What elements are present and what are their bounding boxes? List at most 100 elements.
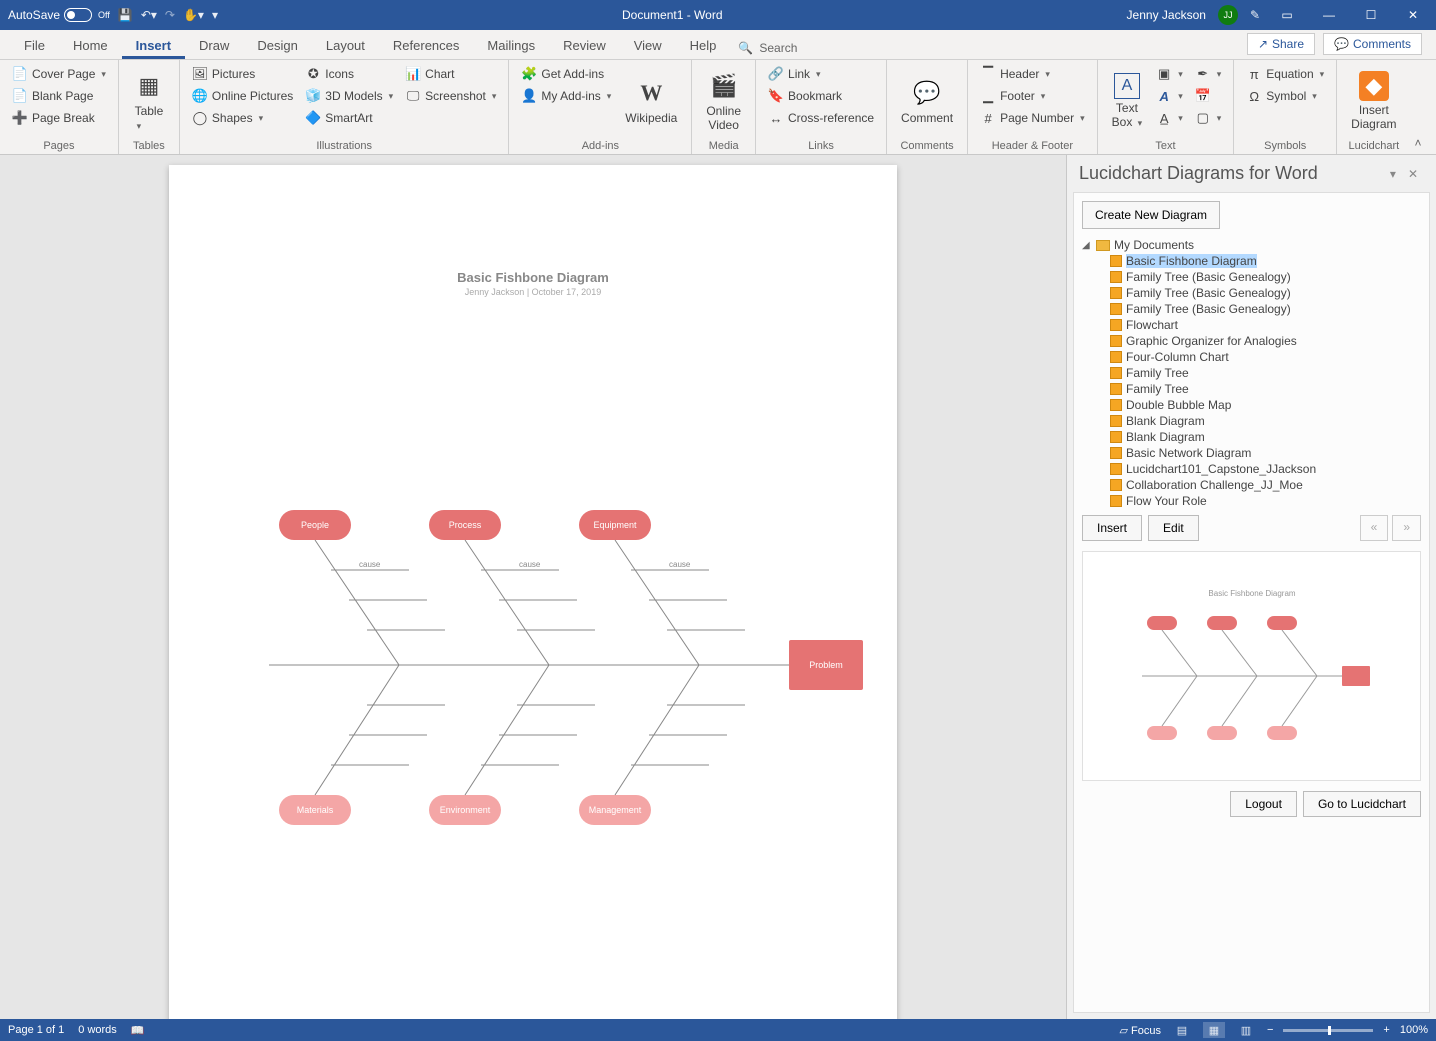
ribbon-display-icon[interactable]: ▭ — [1272, 8, 1302, 22]
signature-line-button[interactable]: ✒▾ — [1191, 64, 1226, 84]
comments-button[interactable]: 💬Comments — [1323, 33, 1422, 55]
tab-design[interactable]: Design — [243, 32, 311, 59]
tree-item[interactable]: Family Tree (Basic Genealogy) — [1082, 301, 1421, 317]
close-button[interactable]: ✕ — [1398, 8, 1428, 22]
pictures-button[interactable]: 🖼Pictures — [188, 64, 297, 84]
tab-view[interactable]: View — [620, 32, 676, 59]
user-name[interactable]: Jenny Jackson — [1127, 8, 1206, 22]
zoom-out-button[interactable]: − — [1267, 1024, 1273, 1036]
insert-button[interactable]: Insert — [1082, 515, 1142, 541]
redo-icon[interactable]: ↷ — [165, 8, 175, 22]
pane-close-icon[interactable]: ✕ — [1402, 167, 1424, 181]
tab-layout[interactable]: Layout — [312, 32, 379, 59]
print-layout-icon[interactable]: ▦ — [1203, 1022, 1225, 1038]
quick-parts-button[interactable]: ▣▾ — [1152, 64, 1187, 84]
pane-menu-icon[interactable]: ▾ — [1384, 167, 1402, 181]
wikipedia-button[interactable]: W Wikipedia — [619, 64, 683, 138]
date-time-button[interactable]: 📅 — [1191, 86, 1226, 106]
cover-page-button[interactable]: 📄Cover Page▾ — [8, 64, 110, 84]
touch-mode-icon[interactable]: ✋▾ — [183, 8, 204, 22]
icons-button[interactable]: ✪Icons — [301, 64, 397, 84]
qat-customize-icon[interactable]: ▾ — [212, 8, 218, 22]
tree-item[interactable]: Four-Column Chart — [1082, 349, 1421, 365]
insert-diagram-button[interactable]: ◆ Insert Diagram — [1345, 64, 1402, 138]
comment-button[interactable]: 💬 Comment — [895, 64, 959, 138]
tab-insert[interactable]: Insert — [122, 32, 185, 59]
page-indicator[interactable]: Page 1 of 1 — [8, 1024, 64, 1036]
tree-collapse-icon[interactable]: ◢ — [1082, 240, 1092, 251]
tree-item[interactable]: Flow Your Role — [1082, 493, 1421, 509]
online-pictures-button[interactable]: 🌐Online Pictures — [188, 86, 297, 106]
header-button[interactable]: ▔Header▾ — [976, 64, 1089, 84]
tree-item[interactable]: Basic Network Diagram — [1082, 445, 1421, 461]
tab-file[interactable]: File — [10, 32, 59, 59]
tree-item[interactable]: Family Tree — [1082, 381, 1421, 397]
footer-button[interactable]: ▁Footer▾ — [976, 86, 1089, 106]
tab-review[interactable]: Review — [549, 32, 620, 59]
edit-button[interactable]: Edit — [1148, 515, 1199, 541]
shapes-button[interactable]: ◯Shapes▾ — [188, 108, 297, 128]
spellcheck-icon[interactable]: 📖 — [131, 1024, 145, 1037]
maximize-button[interactable]: ☐ — [1356, 8, 1386, 22]
zoom-level[interactable]: 100% — [1400, 1024, 1428, 1036]
tree-item[interactable]: Family Tree (Basic Genealogy) — [1082, 269, 1421, 285]
object-button[interactable]: ▢▾ — [1191, 108, 1226, 128]
tab-mailings[interactable]: Mailings — [473, 32, 549, 59]
next-page-button[interactable]: » — [1392, 515, 1421, 541]
autosave-toggle[interactable]: AutoSave Off — [8, 8, 110, 22]
cross-reference-button[interactable]: ↔Cross-reference — [764, 108, 878, 128]
tree-item[interactable]: Graphic Organizer for Analogies — [1082, 333, 1421, 349]
3d-models-button[interactable]: 🧊3D Models▾ — [301, 86, 397, 106]
zoom-in-button[interactable]: + — [1383, 1024, 1389, 1036]
tree-item[interactable]: Flowchart — [1082, 317, 1421, 333]
bookmark-button[interactable]: 🔖Bookmark — [764, 86, 878, 106]
tree-item[interactable]: Double Bubble Map — [1082, 397, 1421, 413]
minimize-button[interactable]: — — [1314, 8, 1344, 22]
page-number-button[interactable]: #Page Number▾ — [976, 108, 1089, 128]
tree-root[interactable]: ◢ My Documents — [1082, 237, 1421, 253]
drop-cap-button[interactable]: A̲▾ — [1152, 108, 1187, 128]
blank-page-button[interactable]: 📄Blank Page — [8, 86, 110, 106]
tab-home[interactable]: Home — [59, 32, 122, 59]
tab-help[interactable]: Help — [676, 32, 731, 59]
text-box-button[interactable]: A Text Box ▾ — [1106, 64, 1149, 138]
focus-mode-button[interactable]: ▱ Focus — [1120, 1024, 1161, 1037]
wordart-button[interactable]: A▾ — [1152, 86, 1187, 106]
goto-lucidchart-button[interactable]: Go to Lucidchart — [1303, 791, 1421, 817]
read-mode-icon[interactable]: ▤ — [1171, 1022, 1193, 1038]
create-new-diagram-button[interactable]: Create New Diagram — [1082, 201, 1220, 229]
tree-item[interactable]: Blank Diagram — [1082, 429, 1421, 445]
search-box[interactable]: 🔍 Search — [730, 37, 805, 59]
web-layout-icon[interactable]: ▥ — [1235, 1022, 1257, 1038]
undo-icon[interactable]: ↶▾ — [141, 8, 157, 22]
my-addins-button[interactable]: 👤My Add-ins▾ — [517, 86, 615, 106]
screenshot-button[interactable]: 🖵Screenshot▾ — [401, 86, 500, 106]
tree-item[interactable]: Lucidchart101_Capstone_JJackson — [1082, 461, 1421, 477]
link-button[interactable]: 🔗Link▾ — [764, 64, 878, 84]
get-addins-button[interactable]: 🧩Get Add-ins — [517, 64, 615, 84]
zoom-slider[interactable] — [1283, 1029, 1373, 1032]
page-break-button[interactable]: ➕Page Break — [8, 108, 110, 128]
chart-button[interactable]: 📊Chart — [401, 64, 500, 84]
document-canvas[interactable]: Basic Fishbone Diagram Jenny Jackson | O… — [0, 155, 1066, 1019]
tree-item[interactable]: Blank Diagram — [1082, 413, 1421, 429]
equation-button[interactable]: πEquation▾ — [1242, 64, 1328, 84]
tree-item[interactable]: Basic Fishbone Diagram — [1082, 253, 1421, 269]
smartart-button[interactable]: 🔷SmartArt — [301, 108, 397, 128]
collapse-ribbon-icon[interactable]: ˄ — [1411, 132, 1426, 154]
tab-draw[interactable]: Draw — [185, 32, 243, 59]
table-button[interactable]: ▦ Table▾ — [127, 64, 171, 138]
save-icon[interactable]: 💾 — [118, 8, 133, 22]
coming-soon-icon[interactable]: ✎ — [1250, 8, 1260, 22]
symbol-button[interactable]: ΩSymbol▾ — [1242, 86, 1328, 106]
share-button[interactable]: ↗Share — [1247, 33, 1315, 55]
logout-button[interactable]: Logout — [1230, 791, 1297, 817]
word-count[interactable]: 0 words — [78, 1024, 117, 1036]
tree-item[interactable]: Collaboration Challenge_JJ_Moe — [1082, 477, 1421, 493]
tree-item[interactable]: Family Tree — [1082, 365, 1421, 381]
user-avatar[interactable]: JJ — [1218, 5, 1238, 25]
tab-references[interactable]: References — [379, 32, 473, 59]
tree-item[interactable]: Family Tree (Basic Genealogy) — [1082, 285, 1421, 301]
online-video-button[interactable]: 🎬 Online Video — [700, 64, 747, 138]
prev-page-button[interactable]: « — [1360, 515, 1389, 541]
